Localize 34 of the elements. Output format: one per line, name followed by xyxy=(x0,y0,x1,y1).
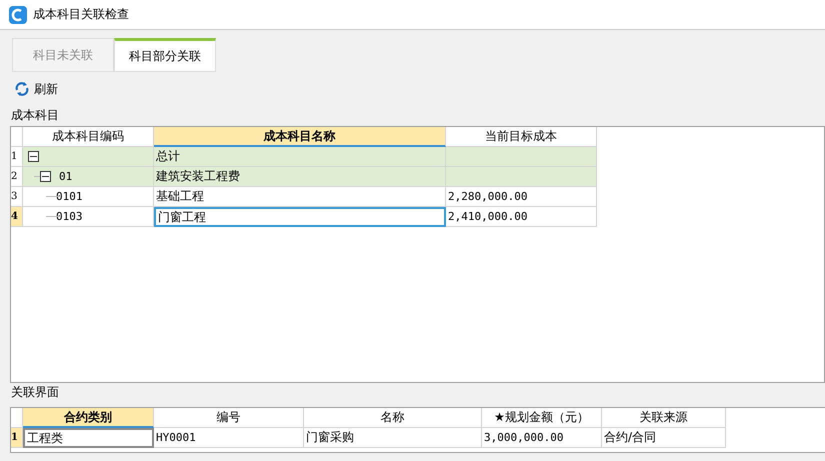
app-logo-icon xyxy=(9,6,27,24)
collapse-toggle[interactable] xyxy=(28,151,39,162)
table-cell: 3,000,000.00 xyxy=(482,428,602,448)
tab[interactable]: 科目部分关联 xyxy=(114,38,216,72)
column-header[interactable]: ★规划金额（元） xyxy=(482,408,602,428)
table-cell: 工程类 xyxy=(23,428,154,448)
window-title: 成本科目关联检查 xyxy=(33,6,129,23)
section-label: 关联界面 xyxy=(11,384,60,401)
column-header[interactable]: 编号 xyxy=(154,408,304,428)
refresh-button[interactable]: 刷新 xyxy=(10,80,62,98)
table-cell: 门窗工程 xyxy=(154,207,446,227)
table-cell: HY0001 xyxy=(154,428,304,448)
row-number: 3 xyxy=(11,187,23,207)
table-cell: 建筑安装工程费 xyxy=(154,167,446,187)
table-cell: 门窗采购 xyxy=(304,428,482,448)
row-number: 1 xyxy=(11,147,23,167)
column-header[interactable]: 合约类别 xyxy=(23,408,154,428)
column-header[interactable]: 名称 xyxy=(304,408,482,428)
row-number: 2 xyxy=(11,167,23,187)
table-cell: 2,410,000.00 xyxy=(446,207,597,227)
table-cell: 合约/合同 xyxy=(602,428,726,448)
collapse-toggle[interactable] xyxy=(40,171,51,182)
column-header[interactable]: 关联来源 xyxy=(602,408,726,428)
table-cell-text: 0103 xyxy=(56,209,82,225)
column-header[interactable]: 成本科目名称 xyxy=(154,127,446,147)
table-cell-text: 0101 xyxy=(56,189,82,205)
refresh-icon xyxy=(14,81,30,97)
table-cell: 2,280,000.00 xyxy=(446,187,597,207)
row-number: 4 xyxy=(11,207,23,227)
table-cell-text: 01 xyxy=(59,169,72,185)
table-cell: 总计 xyxy=(154,147,446,167)
section-label: 成本科目 xyxy=(11,107,60,124)
row-number: 1 xyxy=(11,428,23,448)
table-cell: 基础工程 xyxy=(154,187,446,207)
